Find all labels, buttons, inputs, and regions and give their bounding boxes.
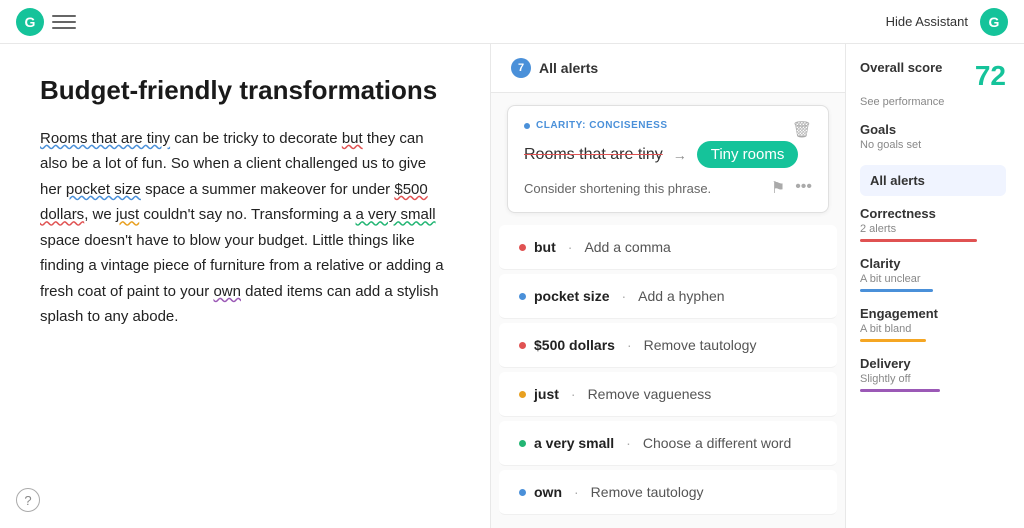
delivery-sub: Slightly off	[860, 373, 1006, 385]
right-sidebar: Overall score 72 See performance Goals N…	[845, 44, 1020, 528]
alert-dot	[519, 342, 526, 349]
alert-dot	[519, 489, 526, 496]
engagement-section: Engagement A bit bland	[860, 306, 1006, 342]
suggestion-description: Consider shortening this phrase.	[524, 181, 711, 196]
topbar: G Hide Assistant G	[0, 0, 1024, 44]
suggestion-change: Rooms that are tiny → Tiny rooms	[524, 141, 812, 168]
editor-area: Budget-friendly transformations Rooms th…	[0, 44, 490, 528]
alert-item[interactable]: just · Remove vagueness	[499, 372, 837, 417]
alert-suggestion: Add a hyphen	[638, 288, 724, 304]
overall-score-number: 72	[975, 60, 1006, 92]
goals-sub: No goals set	[860, 139, 1006, 151]
alert-sep: ·	[568, 239, 573, 255]
alert-item[interactable]: own · Remove tautology	[499, 470, 837, 515]
alert-keyword: $500 dollars	[534, 337, 615, 353]
alert-item[interactable]: a very small · Choose a different word	[499, 421, 837, 466]
delivery-section: Delivery Slightly off	[860, 356, 1006, 392]
engagement-sub: A bit bland	[860, 323, 1006, 335]
alert-suggestion: Remove tautology	[591, 484, 704, 500]
see-performance-link[interactable]: See performance	[860, 96, 1006, 108]
highlight-just[interactable]: just	[116, 206, 139, 223]
alert-item[interactable]: pocket size · Add a hyphen	[499, 274, 837, 319]
alert-keyword: just	[534, 386, 559, 402]
engagement-title: Engagement	[860, 306, 1006, 321]
alert-list: but · Add a comma pocket size · Add a hy…	[491, 225, 845, 515]
alert-item[interactable]: $500 dollars · Remove tautology	[499, 323, 837, 368]
highlight-but[interactable]: but	[342, 130, 363, 147]
delivery-title: Delivery	[860, 356, 1006, 371]
grammarly-logo: G	[16, 8, 44, 36]
highlight-own[interactable]: own	[213, 283, 241, 300]
alert-item[interactable]: but · Add a comma	[499, 225, 837, 270]
goals-title: Goals	[860, 122, 1006, 137]
correctness-section: Correctness 2 alerts	[860, 206, 1006, 242]
alert-keyword: but	[534, 239, 556, 255]
alert-sep: ·	[571, 386, 576, 402]
overall-score-label: Overall score	[860, 60, 942, 75]
goals-section: Goals No goals set	[860, 122, 1006, 151]
suggestion-card[interactable]: CLARITY: CONCISENESS 🗑 Rooms that are ti…	[507, 105, 829, 213]
alert-suggestion: Add a comma	[584, 239, 670, 255]
help-icon[interactable]: ?	[16, 488, 40, 512]
clarity-section: Clarity A bit unclear	[860, 256, 1006, 292]
alert-dot	[519, 440, 526, 447]
clarity-bar	[860, 289, 933, 292]
main-content: Budget-friendly transformations Rooms th…	[0, 44, 1024, 528]
highlight-a-very-small[interactable]: a very small	[356, 206, 436, 223]
more-options-icon[interactable]: •••	[795, 178, 812, 198]
document-title: Budget-friendly transformations	[40, 74, 450, 108]
alert-suggestion: Choose a different word	[643, 435, 791, 451]
alerts-title: All alerts	[539, 60, 598, 76]
editor-text[interactable]: Rooms that are tiny can be tricky to dec…	[40, 126, 450, 330]
alert-dot	[519, 391, 526, 398]
alert-dot	[519, 244, 526, 251]
correctness-bar	[860, 239, 977, 242]
suggestion-replacement[interactable]: Tiny rooms	[697, 141, 799, 168]
alert-sep: ·	[627, 337, 632, 353]
alert-suggestion: Remove tautology	[644, 337, 757, 353]
correctness-sub: 2 alerts	[860, 223, 1006, 235]
suggestion-label: CLARITY: CONCISENESS	[524, 120, 668, 131]
score-section: Overall score 72	[860, 60, 1006, 92]
alert-keyword: own	[534, 484, 562, 500]
alert-sep: ·	[574, 484, 579, 500]
clarity-title: Clarity	[860, 256, 1006, 271]
engagement-bar	[860, 339, 926, 342]
flag-icon[interactable]: ⚑	[771, 178, 785, 198]
menu-icon[interactable]	[52, 10, 76, 34]
suggestion-arrow: →	[673, 147, 687, 163]
highlight-pocket-size[interactable]: pocket size	[66, 181, 141, 198]
alert-keyword: pocket size	[534, 288, 609, 304]
alert-sep: ·	[621, 288, 626, 304]
delivery-bar	[860, 389, 940, 392]
alert-dot	[519, 293, 526, 300]
hide-assistant-button[interactable]: Hide Assistant	[886, 14, 968, 29]
alerts-count-badge: 7	[511, 58, 531, 78]
correctness-title: Correctness	[860, 206, 1006, 221]
grammarly-avatar[interactable]: G	[980, 8, 1008, 36]
alert-sep: ·	[626, 435, 631, 451]
all-alerts-button[interactable]: All alerts	[860, 165, 1006, 196]
highlight-rooms-that-are-tiny[interactable]: Rooms that are tiny	[40, 130, 170, 147]
topbar-right: Hide Assistant G	[886, 8, 1008, 36]
alerts-header: 7 All alerts	[491, 44, 845, 93]
suggestion-original: Rooms that are tiny	[524, 146, 663, 164]
trash-icon[interactable]: 🗑	[792, 120, 812, 140]
alerts-panel: 7 All alerts CLARITY: CONCISENESS 🗑 Room…	[490, 44, 845, 528]
svg-text:G: G	[25, 14, 36, 30]
alert-suggestion: Remove vagueness	[588, 386, 712, 402]
suggestion-dot	[524, 123, 530, 129]
clarity-sub: A bit unclear	[860, 273, 1006, 285]
alert-keyword: a very small	[534, 435, 614, 451]
